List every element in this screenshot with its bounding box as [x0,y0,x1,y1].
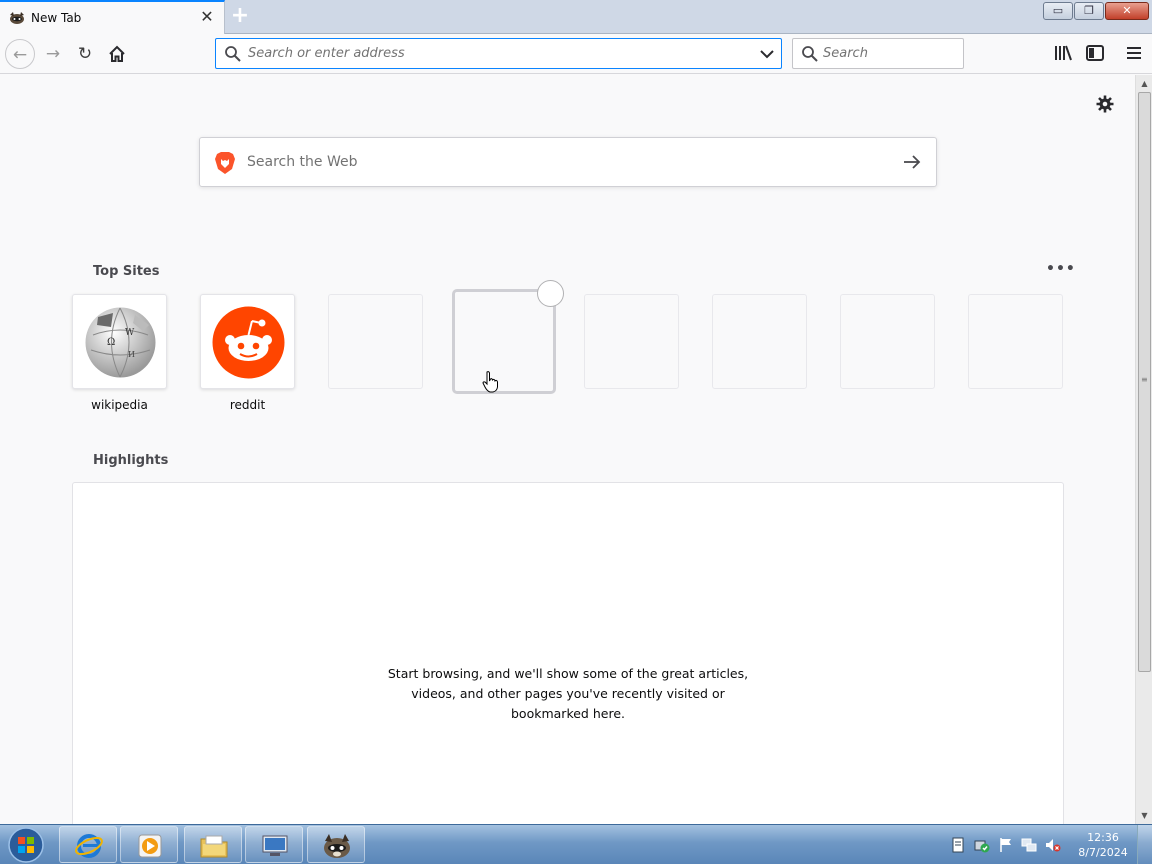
raccoon-icon [10,12,24,24]
brave-lion-icon [215,152,235,174]
chevron-down-icon[interactable] [759,46,775,62]
start-orb-icon[interactable] [4,826,48,864]
reddit-icon [212,306,285,379]
top-site-reddit[interactable] [200,294,295,389]
web-search-placeholder: Search the Web [247,154,358,170]
highlights-empty-message: Start browsing, and we'll show some of t… [73,664,1063,724]
action-center-flag-icon[interactable] [998,837,1014,853]
gear-icon[interactable] [1095,94,1115,114]
svg-text:И: И [128,350,135,359]
show-desktop-button[interactable] [1137,825,1152,864]
top-site-drop-target[interactable] [452,289,556,394]
home-button[interactable] [102,39,132,69]
top-site-wikipedia[interactable]: Ω W И [72,294,167,389]
taskbar-internet-explorer[interactable] [59,826,117,863]
top-site-empty[interactable] [840,294,935,389]
search-input[interactable] [823,42,958,65]
arrow-right-icon[interactable] [902,152,922,172]
windows-taskbar: 12:36 8/7/2024 [0,824,1152,864]
clock-date: 8/7/2024 [1078,846,1128,859]
tab-title: New Tab [31,11,82,25]
library-icon[interactable] [1053,43,1073,63]
system-clock[interactable]: 12:36 8/7/2024 [1072,830,1134,860]
top-site-empty[interactable] [712,294,807,389]
home-icon [109,45,125,62]
forward-button[interactable]: → [38,39,68,69]
scroll-down-icon[interactable]: ▼ [1136,807,1152,824]
maximize-button[interactable]: ❐ [1074,2,1104,20]
top-site-label: reddit [229,398,266,412]
message-line: Start browsing, and we'll show some of t… [387,666,749,681]
grip-icon: ≡ [1141,375,1148,384]
new-tab-button[interactable]: + [229,5,251,28]
search-bar[interactable] [792,38,964,69]
top-sites-title: Top Sites [93,264,160,279]
top-site-empty[interactable] [584,294,679,389]
search-icon [802,46,818,62]
restore-icon: ❐ [1084,4,1094,17]
close-window-button[interactable]: ✕ [1105,2,1149,20]
reload-button[interactable]: ↻ [70,39,100,69]
more-options-icon[interactable]: ••• [1046,261,1076,277]
back-button[interactable]: ← [5,39,35,69]
svg-text:W: W [125,328,135,338]
add-site-circle[interactable] [537,280,564,307]
internet-explorer-icon [75,834,103,858]
message-line: bookmarked here. [511,706,625,721]
firefox-raccoon-icon [324,834,350,858]
document-icon[interactable] [950,837,966,853]
volume-muted-icon[interactable] [1045,837,1061,853]
taskbar-remote-desktop[interactable] [245,826,303,863]
address-bar[interactable] [215,38,782,69]
tab-new-tab[interactable]: New Tab ✕ [0,0,225,34]
window-controls: ▭ ❐ ✕ [1042,2,1149,20]
file-explorer-icon [200,835,228,858]
message-line: videos, and other pages you've recently … [411,686,725,701]
minimize-icon: ▭ [1052,4,1064,17]
highlights-panel: Start browsing, and we'll show some of t… [72,482,1064,842]
close-icon: ✕ [1122,4,1132,17]
vertical-scrollbar[interactable]: ▲ ≡ ▼ [1135,75,1152,824]
web-search-box[interactable]: Search the Web [199,137,937,187]
top-site-empty[interactable] [968,294,1063,389]
media-player-icon [138,834,162,858]
close-tab-icon[interactable]: ✕ [198,8,216,26]
scrollbar-thumb[interactable]: ≡ [1138,92,1151,672]
top-site-empty[interactable] [328,294,423,389]
taskbar-firefox[interactable] [307,826,365,863]
hamburger-menu-icon[interactable] [1124,43,1144,63]
wikipedia-globe-icon: Ω W И [85,307,156,378]
svg-text:Ω: Ω [107,337,115,348]
network-icon[interactable] [1021,837,1037,853]
taskbar-file-explorer[interactable] [184,826,242,863]
remote-desktop-icon [262,835,288,856]
new-tab-page: Search the Web Top Sites ••• Ω W И wikip… [0,75,1135,842]
navigation-toolbar: ← → ↻ [0,34,1152,74]
scroll-up-icon[interactable]: ▲ [1136,75,1152,92]
top-site-label: wikipedia [91,398,148,412]
security-shield-icon[interactable] [974,837,990,853]
sidebar-icon[interactable] [1085,43,1105,63]
clock-time: 12:36 [1087,831,1119,844]
search-icon [225,46,241,62]
address-input[interactable] [248,42,748,65]
taskbar-media-player[interactable] [120,826,178,863]
minimize-button[interactable]: ▭ [1043,2,1073,20]
hand-cursor-icon [482,371,498,393]
tab-strip: New Tab ✕ + ▭ ❐ ✕ [0,0,1152,34]
highlights-title: Highlights [93,453,169,468]
